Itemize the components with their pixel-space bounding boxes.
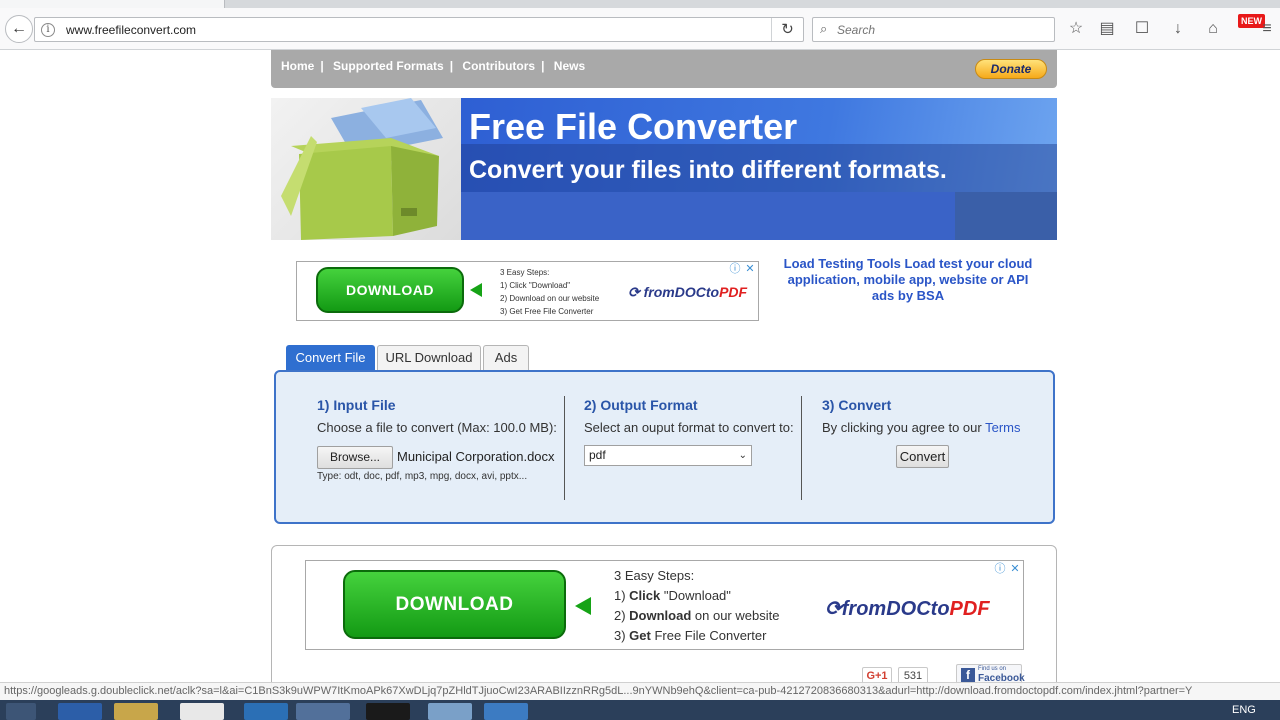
tab-url-download[interactable]: URL Download — [377, 345, 481, 370]
banner-box-image — [271, 98, 461, 240]
convert-title: 3) Convert — [822, 397, 892, 413]
start-button-icon[interactable] — [6, 703, 36, 720]
site-banner: Free File Converter Convert your files i… — [271, 98, 1057, 240]
nav-news[interactable]: News — [554, 59, 585, 73]
column-divider — [801, 396, 802, 500]
ad-download-button[interactable]: DOWNLOAD — [316, 267, 464, 313]
firefox-icon[interactable] — [296, 703, 350, 720]
banner-subtitle: Convert your files into different format… — [469, 156, 947, 184]
globe-app-icon[interactable] — [484, 703, 528, 720]
url-bar[interactable]: i www.freefileconvert.com ↻ — [34, 17, 804, 42]
ad-steps-large: 3 Easy Steps: 1) Click "Download" 2) Dow… — [614, 568, 780, 643]
file-explorer-icon[interactable] — [114, 703, 158, 720]
ad-brand-logo: ⟳ fromDOCtoPDF — [628, 284, 748, 300]
facebook-icon: f — [961, 668, 975, 682]
tab-convert-file[interactable]: Convert File — [286, 345, 375, 370]
nav-separator: | — [541, 59, 545, 73]
output-format-title: 2) Output Format — [584, 397, 698, 413]
nav-home[interactable]: Home — [281, 59, 314, 73]
ad-steps: 3 Easy Steps: 1) Click "Download" 2) Dow… — [500, 268, 600, 316]
convert-description: By clicking you agree to our Terms — [822, 420, 1020, 435]
browse-button[interactable]: Browse... — [317, 446, 393, 469]
back-button[interactable]: ← — [5, 15, 33, 43]
window-app-icon[interactable] — [428, 703, 472, 720]
ad-arrow-icon — [575, 597, 591, 615]
windows-taskbar: ENG — [0, 700, 1280, 720]
ad-brand-logo-large: ⟳fromDOCtoPDF — [825, 598, 990, 620]
terms-agreement-text: By clicking you agree to our — [822, 420, 982, 435]
site-nav: Home | Supported Formats | Contributors | N… — [271, 50, 1057, 88]
pocket-icon[interactable]: ☐ — [1133, 20, 1151, 38]
bsa-ad-text[interactable]: Load Testing Tools Load test your cloud … — [780, 256, 1036, 288]
document-icon[interactable] — [180, 703, 224, 720]
terms-link[interactable]: Terms — [985, 420, 1020, 435]
ad-banner-top[interactable]: DOWNLOAD 3 Easy Steps: 1) Click "Downloa… — [296, 261, 759, 321]
reload-icon[interactable]: ↻ — [771, 18, 803, 41]
info-icon[interactable]: i — [41, 23, 55, 37]
search-bar[interactable]: ⌕ — [812, 17, 1055, 42]
output-format-value: pdf — [589, 448, 606, 462]
internet-explorer-icon[interactable] — [58, 703, 102, 720]
input-file-description: Choose a file to convert (Max: 100.0 MB)… — [317, 420, 557, 435]
adchoices-icon[interactable]: ⓘ — [728, 262, 742, 276]
from-doc-to-pdf-logo-icon: ⟳ — [628, 284, 644, 300]
chevron-down-icon: ⌄ — [738, 450, 747, 461]
browser-toolbar: ← i www.freefileconvert.com ↻ ⌕ ☆ ▤ ☐ ↓ … — [0, 8, 1280, 50]
donate-button[interactable]: Donate — [975, 59, 1047, 79]
input-file-title: 1) Input File — [317, 397, 396, 413]
convert-button[interactable]: Convert — [896, 445, 949, 468]
download-icon[interactable]: ↓ — [1169, 20, 1187, 38]
search-input[interactable] — [837, 21, 1037, 39]
bsa-ad-attribution[interactable]: ads by BSA — [780, 288, 1036, 304]
nav-separator: | — [449, 59, 454, 73]
nav-supported-formats[interactable]: Supported Formats — [333, 59, 444, 73]
nav-contributors[interactable]: Contributors — [462, 59, 535, 73]
lenovo-app-icon[interactable] — [244, 703, 288, 720]
language-indicator[interactable]: ENG — [1232, 704, 1256, 716]
ad-download-button-large[interactable]: DOWNLOAD — [343, 570, 566, 639]
browser-tab-active[interactable] — [0, 0, 225, 8]
supported-types-text: Type: odt, doc, pdf, mp3, mpg, docx, avi… — [317, 471, 528, 482]
tab-ads[interactable]: Ads — [483, 345, 529, 370]
tab-strip — [0, 0, 1280, 8]
menu-icon[interactable]: ≡ — [1258, 20, 1276, 38]
status-bar-link-preview: https://googleads.g.doubleclick.net/aclk… — [0, 682, 1280, 700]
url-text[interactable]: www.freefileconvert.com — [66, 23, 196, 37]
output-format-select[interactable]: pdf ⌄ — [584, 445, 752, 466]
search-icon: ⌕ — [820, 21, 828, 36]
nav-separator: | — [320, 59, 324, 73]
ad-banner-bottom[interactable]: DOWNLOAD 3 Easy Steps: 1) Click "Downloa… — [305, 560, 1024, 650]
selected-file-name: Municipal Corporation.docx — [397, 449, 555, 464]
ad-arrow-icon — [470, 283, 482, 297]
from-doc-to-pdf-logo-icon: ⟳ — [825, 598, 842, 620]
close-ad-icon[interactable]: ✕ — [743, 262, 757, 276]
arrow-left-icon: ← — [11, 20, 27, 37]
convert-panel: 1) Input File Choose a file to convert (… — [274, 370, 1055, 524]
home-icon[interactable]: ⌂ — [1204, 20, 1222, 38]
reading-list-icon[interactable]: ▤ — [1098, 20, 1116, 38]
media-app-icon[interactable] — [366, 703, 410, 720]
banner-title: Free File Converter — [469, 106, 798, 147]
adchoices-icon[interactable]: ⓘ — [993, 562, 1007, 576]
bsa-text-ad[interactable]: Load Testing Tools Load test your cloud … — [780, 256, 1036, 304]
bookmark-star-icon[interactable]: ☆ — [1067, 20, 1085, 38]
close-ad-icon[interactable]: ✕ — [1008, 562, 1022, 576]
facebook-find-text: Find us on — [978, 666, 1007, 672]
column-divider — [564, 396, 565, 500]
output-format-description: Select an ouput format to convert to: — [584, 420, 794, 435]
